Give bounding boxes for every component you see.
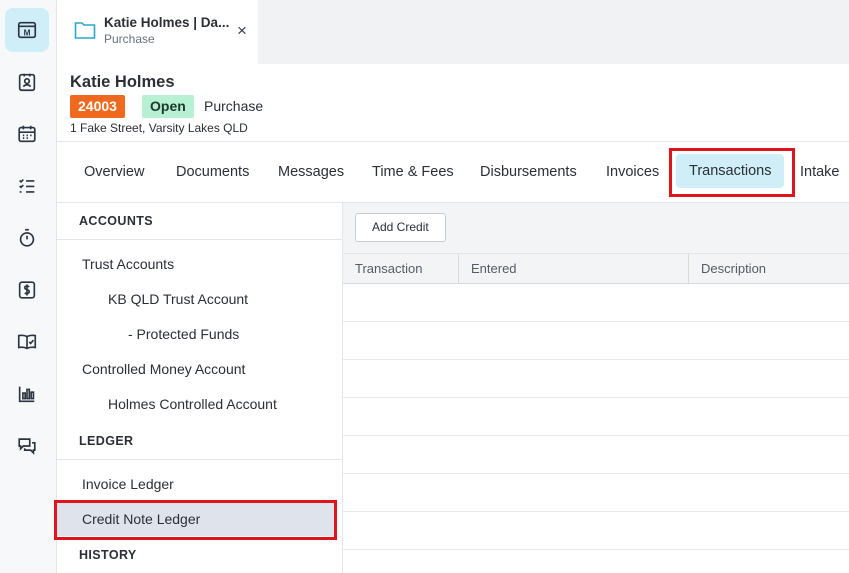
tab-overview[interactable]: Overview: [84, 142, 144, 202]
matter-tab[interactable]: Katie Holmes | Da... Purchase ×: [57, 0, 258, 64]
rail-contacts[interactable]: [5, 60, 49, 104]
column-description[interactable]: Description: [689, 254, 849, 284]
document-tab-strip: Katie Holmes | Da... Purchase ×: [57, 0, 849, 64]
accounts-panel: ACCOUNTS Trust Accounts KB QLD Trust Acc…: [57, 203, 343, 573]
table-row: [343, 360, 849, 398]
contact-card-icon: [18, 73, 36, 92]
left-rail: M: [0, 0, 57, 573]
dollar-icon: [18, 281, 36, 299]
protected-funds-item[interactable]: - Protected Funds: [128, 326, 239, 342]
matter-tab-title: Katie Holmes | Da...: [104, 15, 230, 30]
close-icon[interactable]: ×: [237, 22, 247, 39]
matter-address: 1 Fake Street, Varsity Lakes QLD: [70, 121, 248, 135]
matter-number-badge: 24003: [70, 95, 125, 118]
tab-transactions[interactable]: Transactions: [676, 154, 785, 188]
transactions-area: Add Credit Transaction Entered Descripti…: [343, 203, 849, 573]
add-credit-button[interactable]: Add Credit: [355, 213, 446, 242]
tab-time-fees[interactable]: Time & Fees: [372, 142, 454, 202]
stopwatch-icon: [19, 228, 35, 247]
rail-reports[interactable]: [5, 372, 49, 416]
tab-messages[interactable]: Messages: [278, 142, 344, 202]
tab-intake[interactable]: Intake: [800, 142, 840, 202]
chat-icon: [18, 438, 36, 455]
history-heading: HISTORY: [79, 548, 137, 562]
accounts-heading: ACCOUNTS: [57, 203, 343, 240]
folder-icon: [74, 22, 96, 39]
table-row: [343, 284, 849, 322]
invoice-ledger-item[interactable]: Invoice Ledger: [82, 476, 174, 492]
table-row: [343, 436, 849, 474]
column-transaction[interactable]: Transaction: [343, 254, 459, 284]
holmes-controlled-account-item[interactable]: Holmes Controlled Account: [108, 396, 277, 412]
tab-disbursements[interactable]: Disbursements: [480, 142, 577, 202]
table-row: [343, 512, 849, 550]
controlled-money-account-item[interactable]: Controlled Money Account: [82, 361, 245, 377]
rail-messages[interactable]: [5, 424, 49, 468]
matter-type: Purchase: [204, 98, 264, 114]
transactions-table-header: Transaction Entered Description: [343, 253, 849, 284]
kb-qld-trust-account-item[interactable]: KB QLD Trust Account: [108, 291, 248, 307]
matter-nav-tabs: Overview Documents Messages Time & Fees …: [57, 141, 849, 203]
table-row: [343, 322, 849, 360]
tab-invoices[interactable]: Invoices: [606, 142, 659, 202]
bar-chart-icon: [18, 386, 35, 403]
book-check-icon: [17, 334, 37, 350]
rail-matters[interactable]: M: [5, 8, 49, 52]
credit-note-ledger-item[interactable]: Credit Note Ledger: [82, 511, 200, 527]
rail-timers[interactable]: [5, 216, 49, 260]
matter-tab-subtitle: Purchase: [104, 32, 155, 46]
rail-calendar[interactable]: [5, 112, 49, 156]
table-row: [343, 474, 849, 512]
rail-tasks[interactable]: [5, 164, 49, 208]
transactions-toolbar: Add Credit: [343, 203, 849, 253]
table-row: [343, 398, 849, 436]
matter-name: Katie Holmes: [70, 73, 175, 91]
rail-billing[interactable]: [5, 268, 49, 312]
checklist-icon: [19, 178, 35, 193]
calendar-icon: [18, 125, 36, 143]
tab-documents[interactable]: Documents: [176, 142, 249, 202]
rail-library[interactable]: [5, 320, 49, 364]
column-entered[interactable]: Entered: [459, 254, 689, 284]
matter-logo-icon: M: [17, 21, 37, 39]
ledger-heading: LEDGER: [57, 423, 343, 460]
logo-letter: M: [24, 29, 31, 38]
status-badge: Open: [142, 95, 194, 118]
trust-accounts-item[interactable]: Trust Accounts: [82, 256, 174, 272]
